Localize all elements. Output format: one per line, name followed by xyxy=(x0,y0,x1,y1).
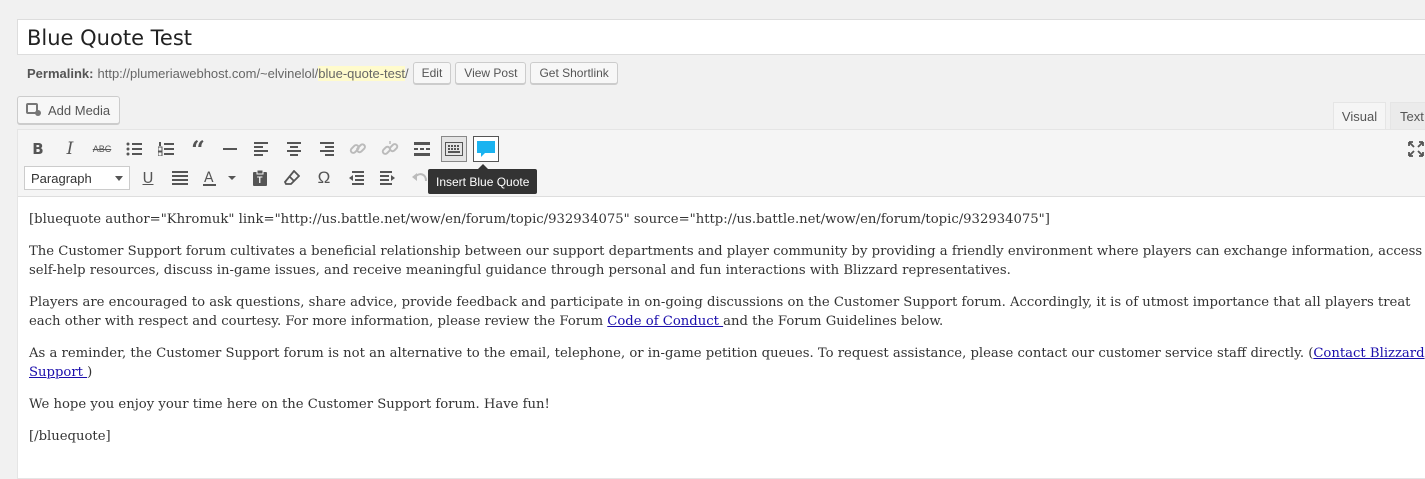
clear-formatting-icon[interactable] xyxy=(279,165,305,191)
blockquote-icon[interactable]: “ xyxy=(185,135,211,164)
permalink-label: Permalink: xyxy=(27,65,94,81)
add-media-label: Add Media xyxy=(48,102,111,118)
post-editor: B I ABC “ Paragraph U A T Ω Insert Blue … xyxy=(17,129,1425,479)
permalink-base-url: http://plumeriawebhost.com/~elvinelol/ xyxy=(97,65,319,81)
edit-permalink-button[interactable]: Edit xyxy=(412,62,452,84)
paragraph-2-text-b: and the Forum Guidelines below. xyxy=(723,314,944,329)
view-post-button[interactable]: View Post xyxy=(455,62,527,84)
paragraph-4: We hope you enjoy your time here on the … xyxy=(29,397,550,412)
camera-music-icon xyxy=(26,103,42,117)
justify-icon[interactable] xyxy=(167,165,193,191)
paragraph-3-text-a: As a reminder, the Customer Support foru… xyxy=(29,346,1314,361)
editor-toolbar: B I ABC “ Paragraph U A T Ω Insert Blue … xyxy=(18,130,1425,197)
align-left-icon[interactable] xyxy=(249,136,275,162)
add-media-button[interactable]: Add Media xyxy=(17,96,121,124)
align-center-icon[interactable] xyxy=(281,136,307,162)
horizontal-rule-icon[interactable] xyxy=(217,136,243,162)
chevron-down-icon xyxy=(115,176,123,181)
bold-icon[interactable]: B xyxy=(25,136,51,162)
format-select[interactable]: Paragraph xyxy=(24,166,130,190)
paragraph-1: The Customer Support forum cultivates a … xyxy=(29,244,1423,278)
align-right-icon[interactable] xyxy=(313,136,339,162)
permalink-trail: / xyxy=(404,65,409,81)
tab-visual[interactable]: Visual xyxy=(1333,102,1386,130)
code-of-conduct-link[interactable]: Code of Conduct xyxy=(607,314,723,329)
read-more-icon[interactable] xyxy=(409,136,435,162)
permalink-bar: Permalink: http://plumeriawebhost.com/~e… xyxy=(27,61,618,85)
shortcode-open: [bluequote author="Khromuk" link="http:/… xyxy=(29,212,1050,227)
underline-icon[interactable]: U xyxy=(135,165,161,191)
format-select-value: Paragraph xyxy=(31,170,92,186)
toolbar-toggle-icon[interactable] xyxy=(441,136,467,162)
editor-content[interactable]: [bluequote author="Khromuk" link="http:/… xyxy=(29,210,1425,459)
post-title-field[interactable]: Blue Quote Test xyxy=(17,19,1425,55)
paragraph-3: As a reminder, the Customer Support foru… xyxy=(29,344,1425,382)
shortcode-close: [/bluequote] xyxy=(29,429,111,444)
paragraph-3-text-b: ) xyxy=(87,365,93,380)
insert-link-icon[interactable] xyxy=(345,136,371,162)
get-shortlink-button[interactable]: Get Shortlink xyxy=(530,62,618,84)
italic-icon[interactable]: I xyxy=(57,136,83,162)
special-character-icon[interactable]: Ω xyxy=(311,165,337,191)
svg-text:T: T xyxy=(257,175,263,185)
numbered-list-icon[interactable] xyxy=(153,136,179,162)
insert-blue-quote-tooltip: Insert Blue Quote xyxy=(428,164,538,194)
svg-text:A: A xyxy=(204,170,214,186)
paragraph-2: Players are encouraged to ask questions,… xyxy=(29,293,1425,331)
insert-blue-quote-icon[interactable] xyxy=(473,136,499,162)
fullscreen-icon[interactable] xyxy=(1403,136,1425,162)
text-color-icon[interactable]: A xyxy=(199,165,239,191)
tab-text[interactable]: Text xyxy=(1390,102,1425,130)
permalink-slug[interactable]: blue-quote-test xyxy=(318,65,405,81)
strikethrough-icon[interactable]: ABC xyxy=(89,136,115,162)
paste-as-text-icon[interactable]: T xyxy=(247,165,273,191)
indent-icon[interactable] xyxy=(375,165,401,191)
post-title-text[interactable]: Blue Quote Test xyxy=(27,26,192,50)
remove-link-icon[interactable] xyxy=(377,136,403,162)
outdent-icon[interactable] xyxy=(343,165,369,191)
bulleted-list-icon[interactable] xyxy=(121,136,147,162)
